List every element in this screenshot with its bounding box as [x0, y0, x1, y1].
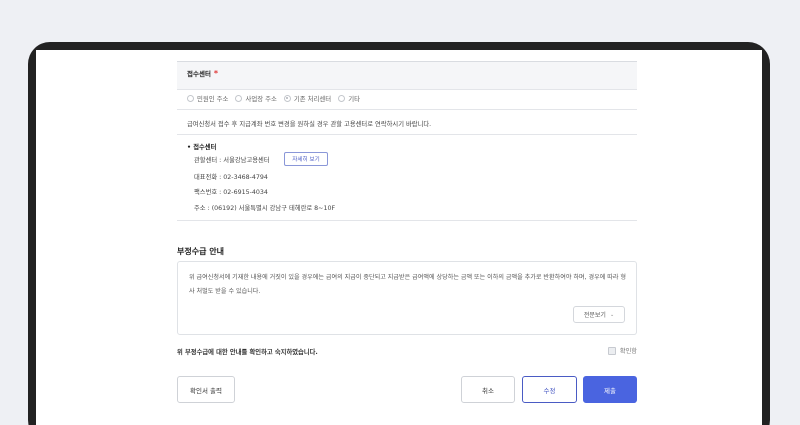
center-address: 주소 : (06192) 서울특별시 강남구 테헤란로 8~10F	[194, 205, 336, 212]
fraud-section-title: 부정수급 안내	[177, 247, 224, 256]
checkbox-icon	[607, 346, 616, 355]
center-detail-button[interactable]: 자세히 보기	[284, 152, 328, 166]
reception-radio-group: 민원인 주소 사업장 주소 기존 처리센터 기타	[187, 91, 367, 105]
radio-circle-icon	[187, 94, 194, 102]
confirm-label: 확인함	[619, 348, 637, 355]
radio-other[interactable]: 기타	[338, 94, 360, 103]
required-mark: *	[213, 69, 219, 78]
edit-button[interactable]: 수정	[522, 376, 577, 403]
radio-label: 기타	[348, 94, 360, 103]
radio-applicant-address[interactable]: 민원인 주소	[187, 94, 228, 103]
fraud-notice-text: 위 급여신청서에 기재한 내용에 거짓이 있을 경우에는 급여의 지급이 중단되…	[189, 274, 626, 295]
radio-circle-checked-icon	[283, 94, 291, 102]
fraud-agree-text: 위 부정수급에 대한 안내를 확인하고 숙지하였습니다.	[177, 349, 318, 356]
print-confirmation-button[interactable]: 확인서 출력	[177, 376, 235, 403]
radio-circle-icon	[338, 94, 346, 102]
full-text-label: 전문보기	[583, 312, 606, 319]
account-change-notice: 급여신청서 접수 후 지급계좌 번호 변경을 원하실 경우 관할 고용센터로 연…	[187, 121, 432, 128]
radio-existing-center[interactable]: 기존 처리센터	[283, 94, 332, 103]
radio-workplace-address[interactable]: 사업장 주소	[235, 94, 277, 103]
full-text-button[interactable]: 전문보기 ⌄	[573, 306, 625, 323]
screen: 접수센터 * 민원인 주소 사업장 주소 기존 처리센터 기타 급여신청서 접수 …	[36, 50, 762, 425]
cancel-button[interactable]: 취소	[461, 376, 515, 403]
center-name: 관할센터 : 서울강남고용센터	[194, 157, 270, 164]
divider	[177, 109, 637, 110]
radio-label: 민원인 주소	[197, 94, 229, 103]
radio-label: 기존 처리센터	[293, 94, 332, 103]
center-phone: 대표전화 : 02-3468-4794	[194, 174, 268, 181]
radio-circle-icon	[235, 94, 243, 102]
chevron-down-icon: ⌄	[609, 311, 615, 318]
divider	[177, 220, 637, 221]
reception-section-header: 접수센터 *	[177, 61, 637, 90]
radio-label: 사업장 주소	[245, 94, 277, 103]
divider	[177, 134, 637, 135]
center-info-title: • 접수센터	[187, 144, 217, 151]
fraud-confirm-checkbox[interactable]: 확인함	[607, 346, 637, 355]
center-fax: 팩스번호 : 02-6915-4034	[194, 189, 268, 196]
reception-section-title: 접수센터	[187, 70, 211, 78]
submit-button[interactable]: 제출	[583, 376, 637, 403]
fraud-notice-box: 위 급여신청서에 기재한 내용에 거짓이 있을 경우에는 급여의 지급이 중단되…	[177, 261, 637, 335]
